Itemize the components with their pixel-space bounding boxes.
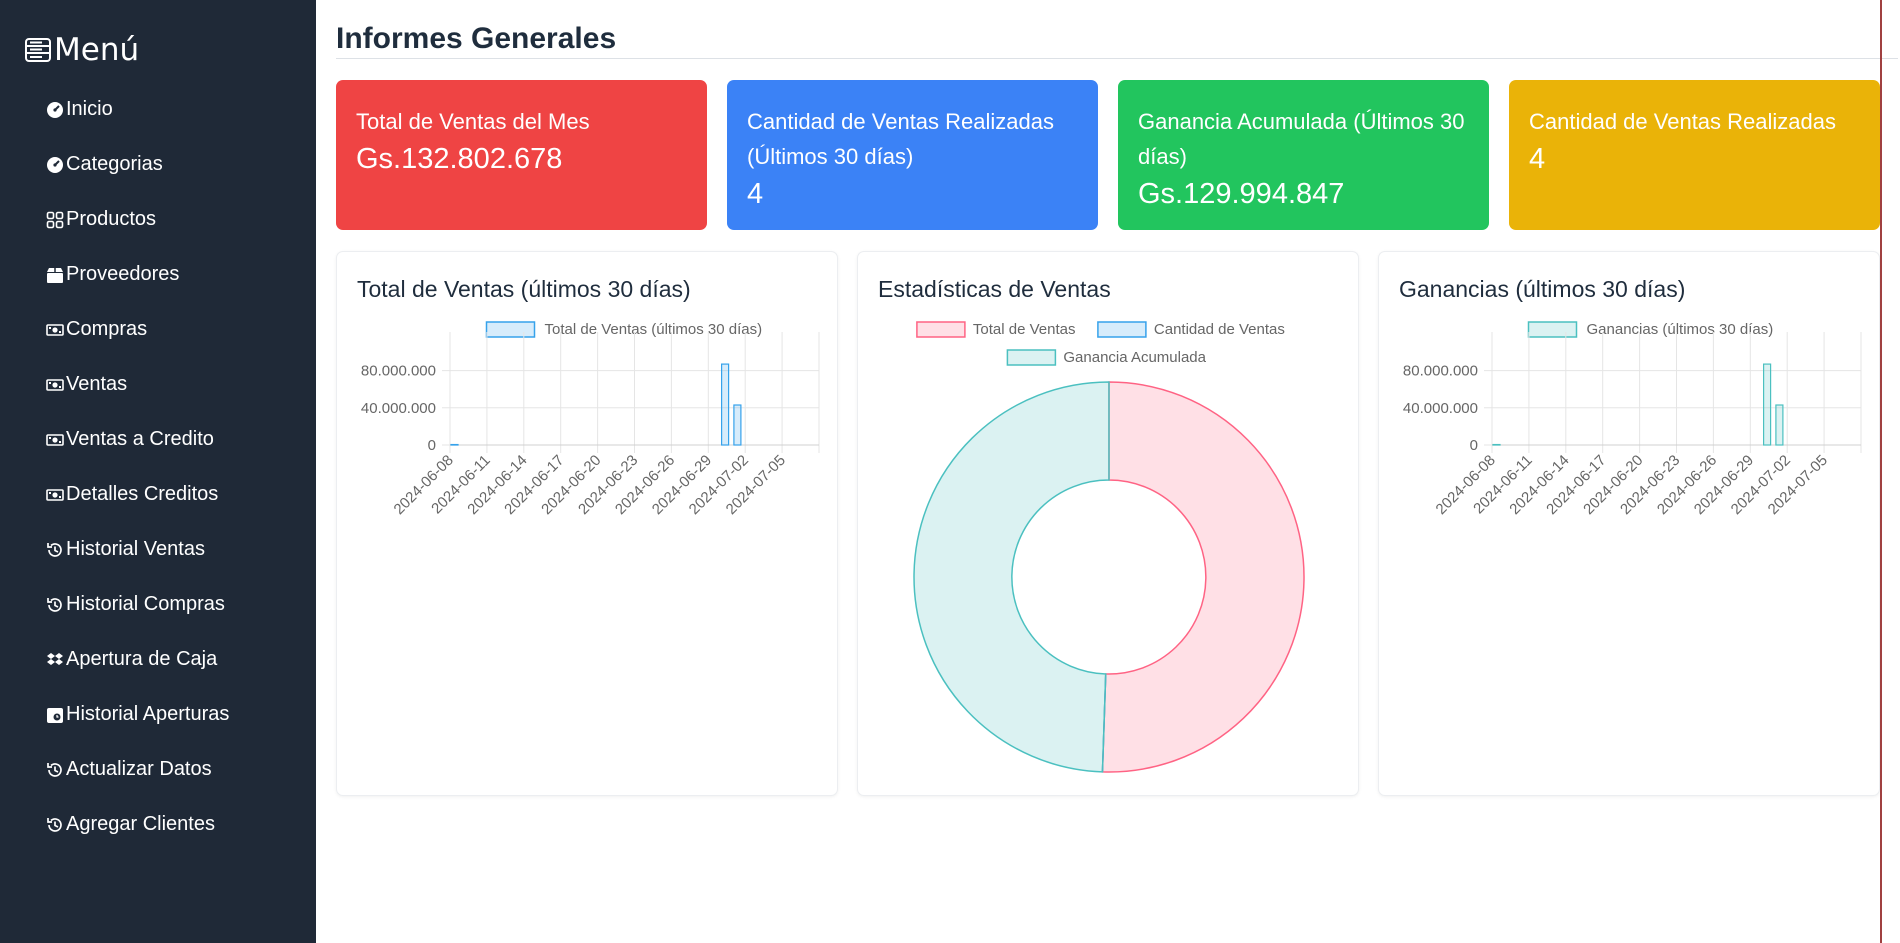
y-tick-label: 0 <box>428 437 436 454</box>
sidebar-item-label: Categorias <box>66 153 163 175</box>
sidebar-item-productos[interactable]: Productos <box>46 192 229 247</box>
sales-count-30d-card: Cantidad de Ventas Realizadas (Últimos 3… <box>727 80 1098 230</box>
card-value: 4 <box>747 178 764 210</box>
sales-doughnut-chart: Total de Ventas Cantidad de Ventas Gananci… <box>913 321 1305 773</box>
panel-title: Total de Ventas (últimos 30 días) <box>357 276 691 302</box>
y-tick-label: 80.000.000 <box>361 363 436 380</box>
sidebar-item-agregar-clientes[interactable]: Agregar Clientes <box>46 797 229 852</box>
sidebar-item-detalles-creditos[interactable]: Detalles Creditos <box>46 467 229 522</box>
doughnut-slice[interactable] <box>913 381 1110 773</box>
sidebar-item-label: Compras <box>66 318 148 340</box>
calendar-clock-icon <box>46 706 64 724</box>
cash-icon <box>46 486 64 504</box>
bar[interactable] <box>450 443 459 446</box>
dropbox-icon <box>46 651 64 669</box>
total-sales-month-card: Total de Ventas del Mes Gs.132.802.678 <box>336 80 707 230</box>
sidebar-item-categorias[interactable]: Categorias <box>46 137 229 192</box>
sidebar-item-label: Proveedores <box>66 263 180 285</box>
y-tick-label: 80.000.000 <box>1403 363 1478 380</box>
page-title: Informes Generales <box>336 22 617 55</box>
legend-label: Total de Ventas <box>973 321 1076 338</box>
box-icon <box>46 266 64 284</box>
card-title: Cantidad de Ventas Realizadas <box>1529 109 1836 134</box>
legend-label: Ganancias (últimos 30 días) <box>1587 321 1774 338</box>
doughnut-slice[interactable] <box>1101 381 1305 773</box>
sidebar-item-apertura-de-caja[interactable]: Apertura de Caja <box>46 632 229 687</box>
bar[interactable] <box>1492 443 1501 446</box>
sidebar-item-label: Inicio <box>66 98 113 120</box>
sidebar-item-label: Ventas a Credito <box>66 428 214 450</box>
sidebar-item-label: Historial Aperturas <box>66 703 230 725</box>
history-icon <box>46 541 64 559</box>
sidebar-item-label: Agregar Clientes <box>66 813 215 835</box>
stats-chart-panel: Estadísticas de Ventas Total de Ventas Ca… <box>857 251 1359 796</box>
y-tick-label: 40.000.000 <box>361 400 436 417</box>
sidebar-item-label: Historial Compras <box>66 593 225 615</box>
card-title: Total de Ventas del Mes <box>356 109 590 134</box>
sidebar-item-label: Actualizar Datos <box>66 758 212 780</box>
sidebar-menu: Inicio Categorias Productos Proveedores Comp… <box>46 82 229 852</box>
card-value: 4 <box>1529 143 1546 175</box>
history-icon <box>46 761 64 779</box>
sidebar-item-ventas[interactable]: Ventas <box>46 357 229 412</box>
sidebar-item-label: Historial Ventas <box>66 538 205 560</box>
sidebar-item-historial-ventas[interactable]: Historial Ventas <box>46 522 229 577</box>
y-tick-label: 0 <box>1470 437 1478 454</box>
sidebar-item-label: Apertura de Caja <box>66 648 218 670</box>
sidebar-item-inicio[interactable]: Inicio <box>46 82 229 137</box>
history-icon <box>46 816 64 834</box>
menu-title-label: Menú <box>54 32 140 68</box>
legend-label: Ganancia Acumulada <box>1063 349 1206 366</box>
sidebar: Menú Inicio Categorias Productos Proveedore… <box>0 0 316 943</box>
accumulated-profit-card: Ganancia Acumulada (Últimos 30 días) Gs.… <box>1118 80 1489 230</box>
history-icon <box>46 596 64 614</box>
title-divider <box>336 58 1898 59</box>
legend-swatch[interactable] <box>1527 321 1578 338</box>
cash-icon <box>46 321 64 339</box>
profit-bar-chart: Ganancias (últimos 30 días) 0 40.000.000 80… <box>1403 321 1862 518</box>
grid-icon <box>46 211 64 229</box>
sales-bar-chart: Total de Ventas (últimos 30 días) 0 40.000… <box>361 321 820 518</box>
panel-title: Ganancias (últimos 30 días) <box>1399 276 1686 302</box>
sidebar-item-label: Ventas <box>66 373 128 395</box>
sales-chart-panel: Total de Ventas (últimos 30 días) Total … <box>336 251 838 796</box>
cash-icon <box>46 376 64 394</box>
bar[interactable] <box>733 404 742 446</box>
sidebar-item-label: Detalles Creditos <box>66 483 219 505</box>
menu-icon <box>25 38 51 62</box>
bar[interactable] <box>1775 404 1784 446</box>
legend-label: Cantidad de Ventas <box>1154 321 1285 338</box>
window-edge <box>1880 0 1882 943</box>
legend-swatch[interactable] <box>485 321 536 338</box>
sidebar-item-proveedores[interactable]: Proveedores <box>46 247 229 302</box>
panel-title: Estadísticas de Ventas <box>878 276 1111 302</box>
y-tick-label: 40.000.000 <box>1403 400 1478 417</box>
legend-swatch[interactable] <box>1006 349 1057 366</box>
bar[interactable] <box>1763 363 1772 446</box>
sidebar-item-historial-compras[interactable]: Historial Compras <box>46 577 229 632</box>
sidebar-item-historial-aperturas[interactable]: Historial Aperturas <box>46 687 229 742</box>
profit-chart-panel: Ganancias (últimos 30 días) Ganancias (ú… <box>1378 251 1880 796</box>
card-title: Ganancia Acumulada (Últimos 30 días) <box>1138 109 1465 169</box>
sidebar-item-actualizar-datos[interactable]: Actualizar Datos <box>46 742 229 797</box>
dashboard-icon <box>46 156 64 174</box>
sidebar-item-ventas-a-credito[interactable]: Ventas a Credito <box>46 412 229 467</box>
card-value: Gs.132.802.678 <box>356 143 563 175</box>
bar[interactable] <box>721 363 730 446</box>
dashboard-icon <box>46 101 64 119</box>
card-value: Gs.129.994.847 <box>1138 178 1345 210</box>
legend-label: Total de Ventas (últimos 30 días) <box>545 321 763 338</box>
sales-count-card: Cantidad de Ventas Realizadas 4 <box>1509 80 1880 230</box>
legend-swatch[interactable] <box>1097 321 1147 338</box>
cash-icon <box>46 431 64 449</box>
menu-title: Menú <box>24 32 139 68</box>
sidebar-item-compras[interactable]: Compras <box>46 302 229 357</box>
legend-swatch[interactable] <box>916 321 966 338</box>
sidebar-item-label: Productos <box>66 208 157 230</box>
card-title: Cantidad de Ventas Realizadas (Últimos 3… <box>747 109 1054 169</box>
